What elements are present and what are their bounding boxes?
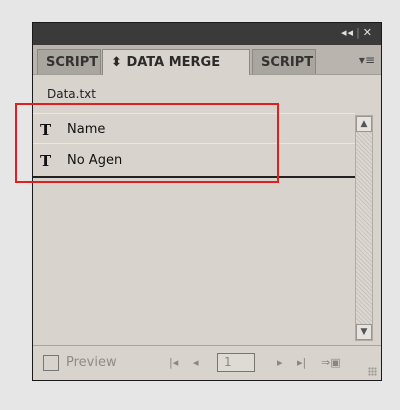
field-label-name: Name (67, 122, 106, 137)
first-record-icon[interactable]: |◂ (169, 356, 178, 369)
sort-arrows-icon: ⬍ (111, 55, 122, 70)
tab-script-2-label: SCRIPT (261, 55, 314, 70)
tab-script-1[interactable]: SCRIPT (37, 49, 101, 74)
create-merged-document-icon[interactable]: ⇒▣ (321, 356, 341, 369)
vertical-scrollbar[interactable]: ▲ ▼ (355, 115, 373, 341)
tab-data-merge[interactable]: ⬍ DATA MERGE (102, 49, 250, 75)
data-merge-panel: ◂◂ | ✕ SCRIPT ⬍ DATA MERGE SCRIPT ▾≡ Data.… (32, 22, 382, 381)
tab-data-merge-label: DATA MERGE (126, 55, 221, 70)
panel-titlebar: ◂◂ | ✕ (33, 23, 381, 45)
field-row[interactable]: T No Agen (33, 145, 355, 178)
scroll-up-icon[interactable]: ▲ (356, 116, 372, 132)
previous-record-icon[interactable]: ◂ (193, 356, 199, 369)
collapse-icon[interactable]: ◂◂ (341, 26, 354, 39)
tab-bar: SCRIPT ⬍ DATA MERGE SCRIPT ▾≡ (33, 45, 381, 75)
titlebar-controls: ◂◂ | ✕ (341, 26, 373, 39)
scroll-down-icon[interactable]: ▼ (356, 324, 372, 340)
panel-menu-icon[interactable]: ▾≡ (359, 53, 375, 67)
field-label-no-agen: No Agen (67, 153, 123, 168)
resize-grip-icon[interactable] (368, 367, 377, 376)
panel-footer: Preview |◂ ◂ 1 ▸ ▸| ⇒▣ (33, 345, 381, 380)
next-record-icon[interactable]: ▸ (277, 356, 283, 369)
data-source-filename: Data.txt (47, 87, 96, 101)
record-number-input[interactable]: 1 (217, 353, 255, 372)
tab-script-2[interactable]: SCRIPT (252, 49, 316, 74)
preview-label: Preview (66, 355, 117, 370)
field-row[interactable]: T Name (33, 113, 355, 144)
preview-checkbox[interactable] (43, 355, 59, 371)
text-field-icon: T (40, 152, 52, 170)
last-record-icon[interactable]: ▸| (297, 356, 306, 369)
titlebar-separator: | (356, 26, 361, 39)
close-icon[interactable]: ✕ (363, 26, 373, 39)
tab-script-1-label: SCRIPT (46, 55, 99, 70)
text-field-icon: T (40, 121, 52, 139)
